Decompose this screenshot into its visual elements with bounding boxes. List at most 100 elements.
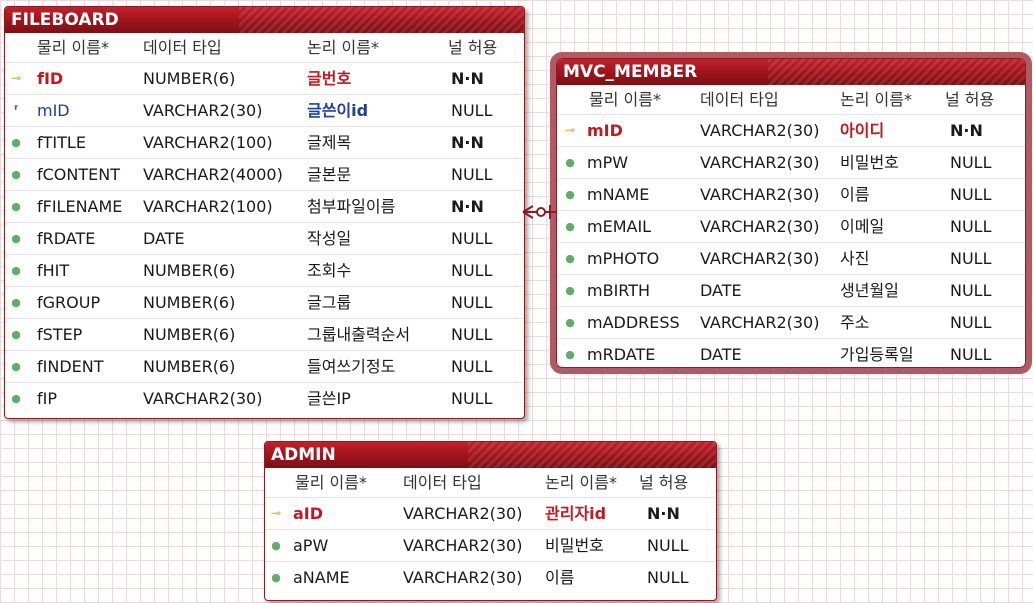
column-data-type: VARCHAR2(100) xyxy=(143,133,273,152)
column-logical-name: 글쓴IP xyxy=(307,389,351,408)
column-logical-name: 비밀번호 xyxy=(840,153,899,172)
header-data-type: 데이터 타입 xyxy=(700,90,779,109)
column-physical-name: mADDRESS xyxy=(587,313,680,332)
column-header-row: 물리 이름* 데이터 타입 논리 이름* 널 허용 xyxy=(5,33,524,62)
column-row[interactable]: ⊸ mID VARCHAR2(30) 아이디 N·N xyxy=(557,114,1025,146)
entity-admin[interactable]: ADMIN 물리 이름* 데이터 타입 논리 이름* 널 허용 ⊸ aID VARC… xyxy=(264,441,717,601)
column-nullable: NULL xyxy=(647,536,689,555)
column-row[interactable]: ● fGROUP NUMBER(6) 글그룹 NULL xyxy=(5,286,524,318)
column-nullable: N·N xyxy=(451,133,484,152)
column-row[interactable]: ● fFILENAME VARCHAR2(100) 첨부파일이름 N·N xyxy=(5,190,524,222)
column-nullable: NULL xyxy=(950,281,992,300)
column-dot-icon: ● xyxy=(11,200,21,213)
column-row[interactable]: ᶠ mID VARCHAR2(30) 글쓴이id NULL xyxy=(5,94,524,126)
column-dot-icon: ● xyxy=(11,360,21,373)
column-physical-name: fID xyxy=(37,69,64,88)
column-logical-name: 주소 xyxy=(840,313,870,332)
header-nullable: 널 허용 xyxy=(945,90,995,109)
column-row[interactable]: ● fCONTENT VARCHAR2(4000) 글본문 NULL xyxy=(5,158,524,190)
column-physical-name: mID xyxy=(587,121,623,140)
column-row[interactable]: ● mBIRTH DATE 생년월일 NULL xyxy=(557,274,1025,306)
column-data-type: VARCHAR2(30) xyxy=(143,389,263,408)
column-data-type: NUMBER(6) xyxy=(143,357,236,376)
column-data-type: NUMBER(6) xyxy=(143,293,236,312)
column-nullable: NULL xyxy=(451,389,493,408)
column-row[interactable]: ● mADDRESS VARCHAR2(30) 주소 NULL xyxy=(557,306,1025,338)
column-dot-icon: ● xyxy=(11,232,21,245)
column-row[interactable]: ● fIP VARCHAR2(30) 글쓴IP NULL xyxy=(5,382,524,414)
header-physical-name: 물리 이름* xyxy=(589,90,661,109)
header-logical-name: 논리 이름* xyxy=(840,90,912,109)
column-data-type: DATE xyxy=(700,281,742,300)
column-nullable: N·N xyxy=(950,121,983,140)
column-row[interactable]: ● aNAME VARCHAR2(30) 이름 NULL xyxy=(265,561,716,593)
entity-fileboard[interactable]: FILEBOARD 물리 이름* 데이터 타입 논리 이름* 널 허용 ⊸ fID… xyxy=(4,6,525,419)
column-row[interactable]: ● fINDENT NUMBER(6) 들여쓰기정도 NULL xyxy=(5,350,524,382)
column-row[interactable]: ● fRDATE DATE 작성일 NULL xyxy=(5,222,524,254)
column-dot-icon: ● xyxy=(565,156,575,169)
column-nullable: N·N xyxy=(451,197,484,216)
column-row[interactable]: ● mNAME VARCHAR2(30) 이름 NULL xyxy=(557,178,1025,210)
foreign-key-icon: ᶠ xyxy=(13,103,19,117)
column-nullable: N·N xyxy=(451,69,484,88)
column-row[interactable]: ● aPW VARCHAR2(30) 비밀번호 NULL xyxy=(265,529,716,561)
column-physical-name: fCONTENT xyxy=(37,165,120,184)
column-logical-name: 들여쓰기정도 xyxy=(307,357,396,376)
column-nullable: NULL xyxy=(950,249,992,268)
column-data-type: VARCHAR2(30) xyxy=(403,504,523,523)
column-nullable: NULL xyxy=(950,185,992,204)
column-row[interactable]: ● mPHOTO VARCHAR2(30) 사진 NULL xyxy=(557,242,1025,274)
column-row[interactable]: ⊸ aID VARCHAR2(30) 관리자id N·N xyxy=(265,497,716,529)
column-data-type: VARCHAR2(4000) xyxy=(143,165,283,184)
column-physical-name: mBIRTH xyxy=(587,281,651,300)
header-nullable: 널 허용 xyxy=(639,473,689,492)
column-physical-name: mPHOTO xyxy=(587,249,660,268)
column-row[interactable]: ● fTITLE VARCHAR2(100) 글제목 N·N xyxy=(5,126,524,158)
header-physical-name: 물리 이름* xyxy=(37,38,109,57)
column-physical-name: mPW xyxy=(587,153,629,172)
column-logical-name: 사진 xyxy=(840,249,870,268)
column-row[interactable]: ● mRDATE DATE 가입등록일 NULL xyxy=(557,338,1025,367)
column-physical-name: fGROUP xyxy=(37,293,101,312)
header-nullable: 널 허용 xyxy=(448,38,498,57)
header-logical-name: 논리 이름* xyxy=(545,473,617,492)
column-logical-name: 이메일 xyxy=(840,217,885,236)
key-icon: ⊸ xyxy=(564,123,576,137)
header-data-type: 데이터 타입 xyxy=(143,38,222,57)
entity-mvc-member[interactable]: MVC_MEMBER 물리 이름* 데이터 타입 논리 이름* 널 허용 ⊸ mI… xyxy=(550,52,1032,374)
column-row[interactable]: ● fSTEP NUMBER(6) 그룹내출력순서 NULL xyxy=(5,318,524,350)
column-data-type: NUMBER(6) xyxy=(143,69,236,88)
column-physical-name: fRDATE xyxy=(37,229,96,248)
column-physical-name: fIP xyxy=(37,389,57,408)
header-logical-name: 논리 이름* xyxy=(307,38,379,57)
column-logical-name: 글그룹 xyxy=(307,293,352,312)
column-header-row: 물리 이름* 데이터 타입 논리 이름* 널 허용 xyxy=(557,85,1025,114)
entity-title[interactable]: MVC_MEMBER xyxy=(557,59,1025,85)
column-dot-icon: ● xyxy=(565,348,575,361)
column-nullable: NULL xyxy=(451,325,493,344)
column-dot-icon: ● xyxy=(565,284,575,297)
column-physical-name: fHIT xyxy=(37,261,70,280)
entity-title[interactable]: ADMIN xyxy=(265,442,716,468)
column-row[interactable]: ● mEMAIL VARCHAR2(30) 이메일 NULL xyxy=(557,210,1025,242)
column-physical-name: fFILENAME xyxy=(37,197,123,216)
column-logical-name: 글쓴이id xyxy=(307,101,369,120)
column-logical-name: 조회수 xyxy=(307,261,352,280)
column-data-type: VARCHAR2(30) xyxy=(700,185,820,204)
column-physical-name: fINDENT xyxy=(37,357,104,376)
column-data-type: VARCHAR2(30) xyxy=(700,217,820,236)
column-row[interactable]: ⊸ fID NUMBER(6) 글번호 N·N xyxy=(5,62,524,94)
column-nullable: NULL xyxy=(950,217,992,236)
column-nullable: N·N xyxy=(647,504,680,523)
column-nullable: NULL xyxy=(647,568,689,587)
column-logical-name: 첨부파일이름 xyxy=(307,197,396,216)
optional-circle xyxy=(536,207,546,217)
column-row[interactable]: ● fHIT NUMBER(6) 조회수 NULL xyxy=(5,254,524,286)
column-row[interactable]: ● mPW VARCHAR2(30) 비밀번호 NULL xyxy=(557,146,1025,178)
column-dot-icon: ● xyxy=(11,392,21,405)
column-dot-icon: ● xyxy=(565,220,575,233)
header-data-type: 데이터 타입 xyxy=(403,473,482,492)
key-icon: ⊸ xyxy=(10,71,22,85)
entity-title[interactable]: FILEBOARD xyxy=(5,7,524,33)
column-dot-icon: ● xyxy=(11,264,21,277)
